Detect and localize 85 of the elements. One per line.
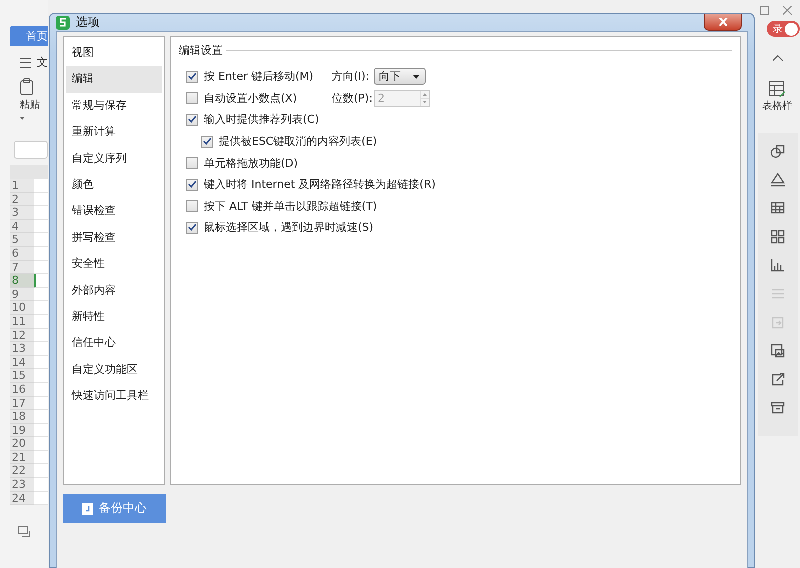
nav-item[interactable]: 颜色 xyxy=(66,172,162,198)
direction-dropdown[interactable]: 向下 xyxy=(374,68,426,86)
row-number[interactable]: 24 xyxy=(10,492,34,506)
table-style-icon xyxy=(768,81,786,99)
option-label[interactable]: 按下 ALT 键并单击以跟踪超链接(T) xyxy=(204,198,378,214)
share-icon[interactable] xyxy=(770,372,786,388)
checkbox[interactable] xyxy=(186,114,198,126)
checkbox[interactable] xyxy=(186,70,198,83)
row-number[interactable]: 6 xyxy=(10,246,34,261)
checkbox[interactable] xyxy=(186,157,198,170)
row-number[interactable]: 21 xyxy=(10,450,34,464)
row-number[interactable]: 18 xyxy=(10,410,34,424)
row-number[interactable]: 22 xyxy=(10,464,34,478)
option-label[interactable]: 输入时提供推荐列表(C) xyxy=(204,112,320,128)
option-label[interactable]: 键入时将 Internet 及网络路径转换为超链接(R) xyxy=(204,177,436,192)
backup-icon xyxy=(82,502,93,514)
nav-item[interactable]: 常规与保存 xyxy=(66,92,162,120)
row-number[interactable]: 8 xyxy=(10,274,34,288)
checkbox[interactable] xyxy=(201,136,213,148)
home-tab[interactable]: 首页 xyxy=(10,26,48,46)
checkbox[interactable] xyxy=(186,178,198,191)
row-number[interactable]: 15 xyxy=(10,369,34,383)
row-number[interactable]: 11 xyxy=(10,314,34,329)
caret-icon xyxy=(20,117,25,120)
nav-item[interactable]: 信任中心 xyxy=(66,330,162,357)
checkbox[interactable] xyxy=(186,200,198,212)
dialog-title: 选项 xyxy=(76,14,100,31)
login-button[interactable]: 录 xyxy=(767,21,800,37)
option-label[interactable]: 自动设置小数点(X) xyxy=(204,90,298,106)
option-label[interactable]: 按 Enter 键后移动(M) xyxy=(204,69,314,84)
close-icon[interactable] xyxy=(783,6,792,15)
row-number[interactable]: 5 xyxy=(10,233,34,247)
nav-item[interactable]: 自定义序列 xyxy=(66,146,162,172)
menu-icon[interactable] xyxy=(20,58,31,68)
fill-icon[interactable] xyxy=(770,172,786,188)
app-logo-icon xyxy=(56,16,70,30)
image-icon[interactable] xyxy=(770,343,786,360)
nav-item[interactable]: 编辑 xyxy=(66,66,162,93)
nav-item[interactable]: 新特性 xyxy=(66,304,162,330)
close-icon xyxy=(718,18,728,26)
shapes-icon[interactable] xyxy=(770,143,786,159)
row-number[interactable]: 4 xyxy=(10,220,34,234)
nav-item[interactable]: 安全性 xyxy=(66,251,162,278)
apps-icon[interactable] xyxy=(770,228,786,245)
paste-button[interactable]: 粘贴 xyxy=(20,98,48,123)
table-style-button[interactable]: 表格样 xyxy=(762,81,792,113)
backup-center-button[interactable]: 备份中心 xyxy=(63,494,166,523)
file-menu[interactable]: 文 xyxy=(37,55,48,70)
chart-icon[interactable] xyxy=(770,257,786,274)
row-number[interactable]: 16 xyxy=(10,382,34,396)
table-icon[interactable] xyxy=(770,200,786,216)
nav-item[interactable]: 拼写检查 xyxy=(66,224,162,252)
row-number[interactable]: 13 xyxy=(10,342,34,356)
nav-item[interactable]: 视图 xyxy=(66,40,162,66)
option-label[interactable]: 提供被ESC键取消的内容列表(E) xyxy=(219,134,378,150)
checkbox[interactable] xyxy=(186,222,198,234)
row-number[interactable]: 2 xyxy=(10,192,34,206)
nav-item[interactable]: 错误检查 xyxy=(66,198,162,225)
row-number[interactable]: 12 xyxy=(10,328,34,342)
row-number[interactable]: 1 xyxy=(10,179,34,193)
nav-item[interactable]: 外部内容 xyxy=(66,278,162,304)
device-icon[interactable] xyxy=(18,525,32,540)
row-number[interactable]: 19 xyxy=(10,424,34,438)
row-number[interactable]: 7 xyxy=(10,260,34,274)
maximize-icon[interactable] xyxy=(760,6,769,15)
section-title: 编辑设置 xyxy=(179,43,223,58)
row-number[interactable]: 20 xyxy=(10,437,34,451)
row-number[interactable]: 23 xyxy=(10,478,34,492)
row-number[interactable]: 9 xyxy=(10,288,34,302)
checkbox[interactable] xyxy=(186,92,198,104)
option-label[interactable]: 单元格拖放功能(D) xyxy=(204,156,298,171)
nav-item[interactable]: 重新计算 xyxy=(66,119,162,146)
nav-item[interactable]: 自定义功能区 xyxy=(66,356,162,384)
caret-icon xyxy=(413,74,420,79)
archive-icon[interactable] xyxy=(770,400,786,416)
collapse-icon[interactable] xyxy=(772,55,782,61)
row-number[interactable]: 10 xyxy=(10,301,34,315)
field-label: 方向(I): xyxy=(332,69,369,84)
clipboard-icon[interactable] xyxy=(20,78,36,96)
close-button[interactable] xyxy=(704,14,742,31)
row-number[interactable]: 3 xyxy=(10,206,34,220)
option-label[interactable]: 鼠标选择区域，遇到边界时减速(S) xyxy=(204,220,374,236)
row-number[interactable]: 17 xyxy=(10,396,34,410)
row-number[interactable]: 14 xyxy=(10,356,34,370)
nav-item[interactable]: 快速访问工具栏 xyxy=(66,383,162,410)
